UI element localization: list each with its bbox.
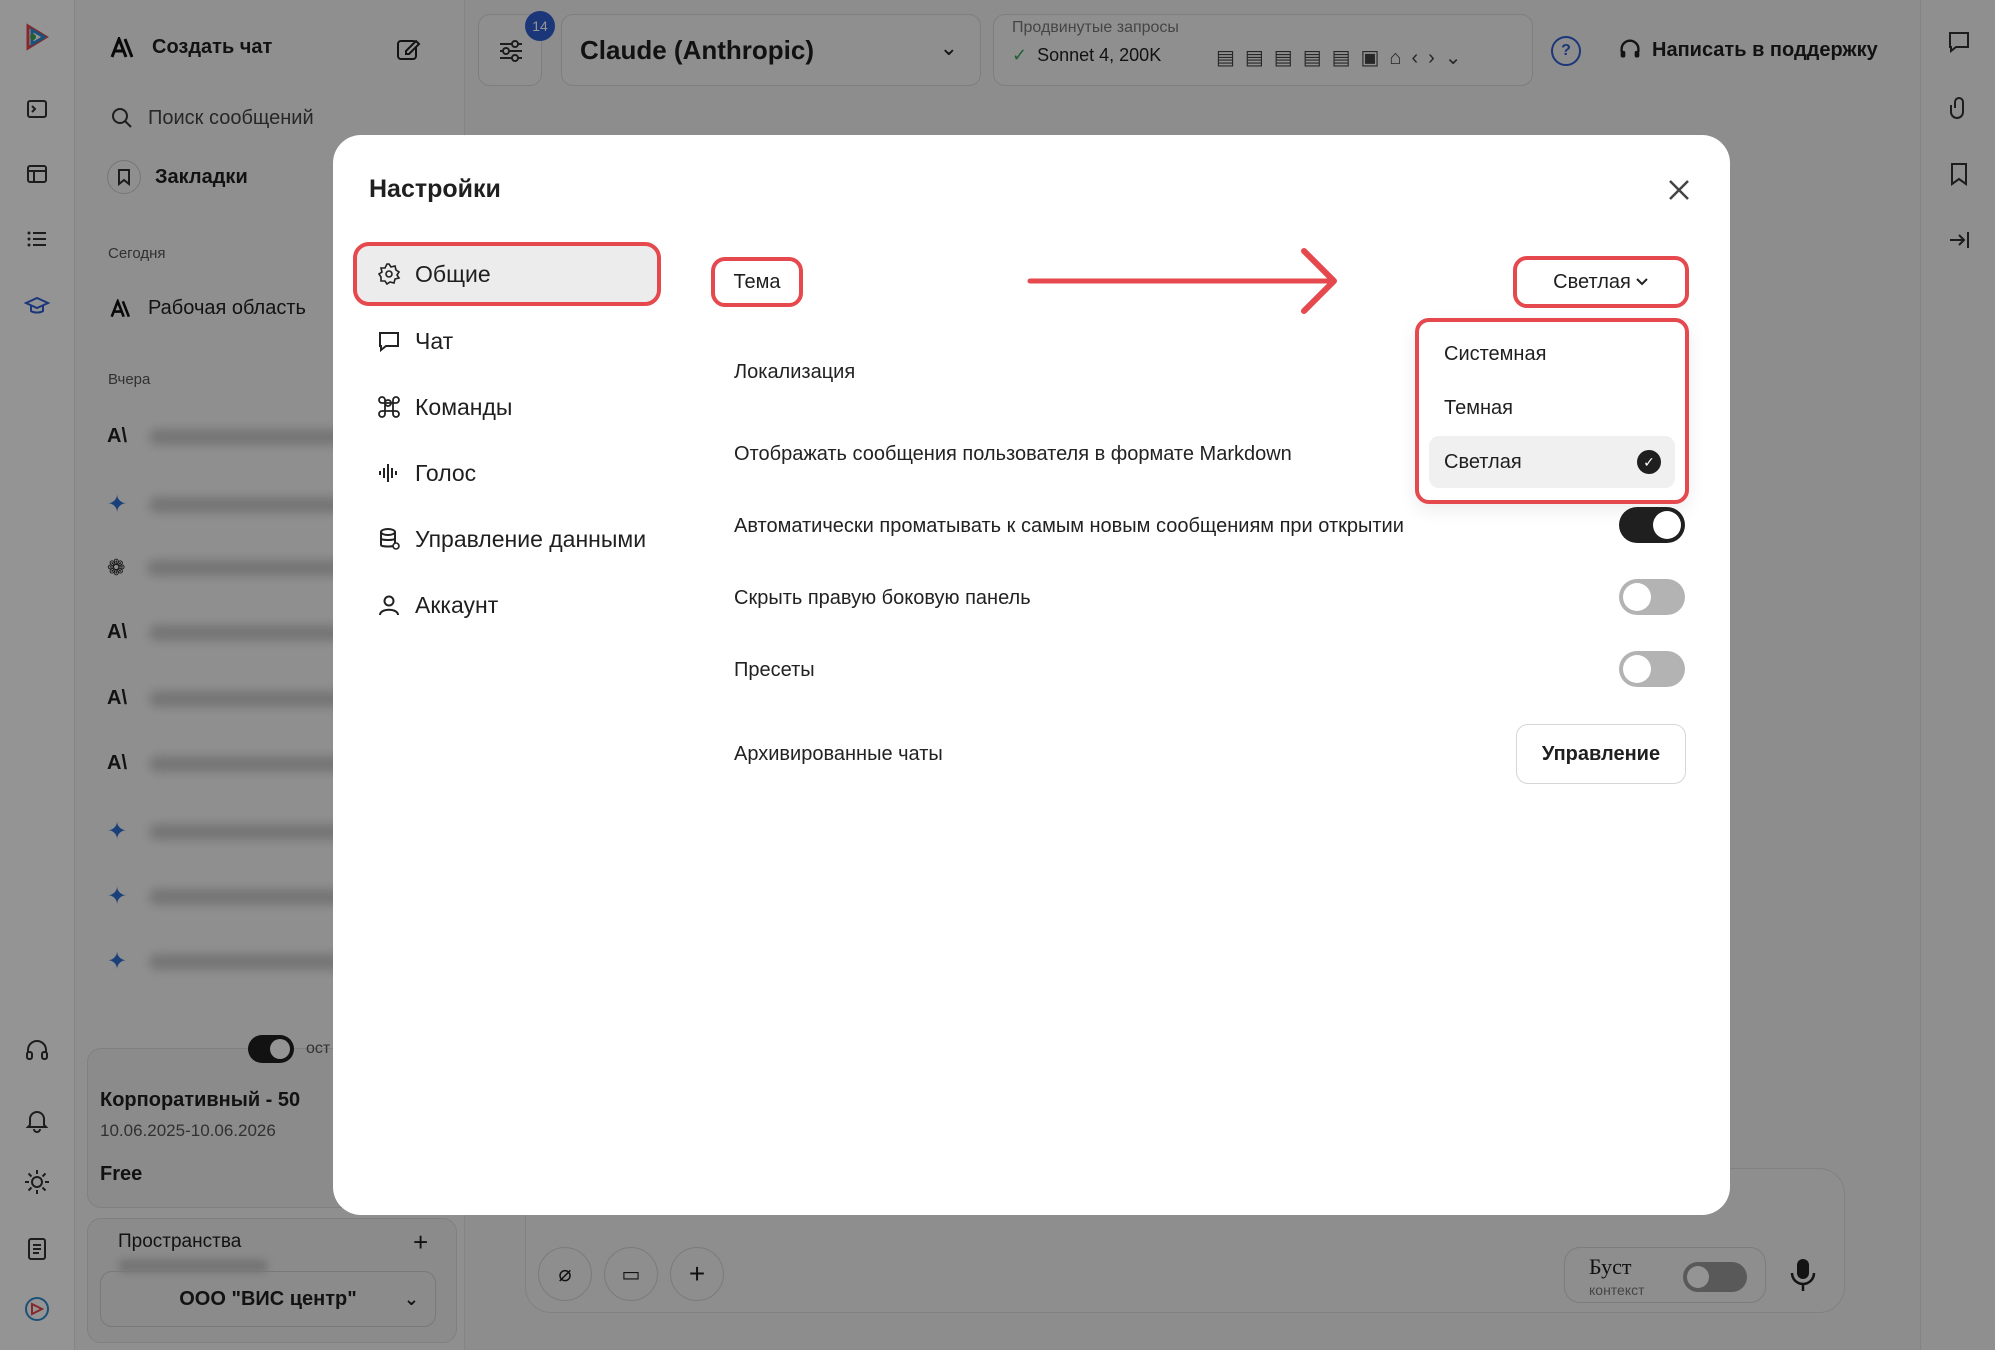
chevron-down-icon <box>1636 278 1648 286</box>
nav-voice[interactable]: Голос <box>357 445 657 501</box>
user-icon <box>379 595 399 616</box>
localization-label: Локализация <box>734 361 856 383</box>
modal-title: Настройки <box>369 175 501 203</box>
hide-right-panel-toggle[interactable] <box>1619 579 1685 615</box>
theme-option-system[interactable]: Системная <box>1429 328 1675 380</box>
nav-commands-label: Команды <box>415 393 513 420</box>
manage-label: Управление <box>1541 742 1661 765</box>
theme-label: Тема <box>711 257 803 307</box>
autoscroll-label: Автоматически проматывать к самым новым … <box>734 515 1404 537</box>
check-circle-icon: ✓ <box>1637 450 1661 474</box>
nav-account[interactable]: Аккаунт <box>357 577 657 633</box>
nav-general-label: Общие <box>415 260 491 287</box>
nav-chat-label: Чат <box>415 327 454 354</box>
theme-option-light[interactable]: Светлая ✓ <box>1429 436 1675 488</box>
gear-icon <box>377 263 401 286</box>
autoscroll-toggle[interactable] <box>1619 507 1685 543</box>
theme-select[interactable]: Светлая <box>1513 256 1689 308</box>
settings-modal: Настройки Общие Чат Команды Голос Управл… <box>333 135 1730 1215</box>
theme-option-label: Системная <box>1444 342 1547 365</box>
nav-data-management-label: Управление данными <box>415 525 647 552</box>
archived-chats-label: Архивированные чаты <box>734 743 943 765</box>
presets-label: Пресеты <box>734 659 815 681</box>
nav-general[interactable]: Общие <box>353 242 661 306</box>
manage-archived-button[interactable]: Управление <box>1516 724 1686 784</box>
theme-dropdown: Системная Темная Светлая ✓ <box>1415 318 1689 504</box>
nav-commands[interactable]: Команды <box>357 379 657 435</box>
close-icon <box>1669 180 1689 200</box>
theme-select-value: Светлая <box>1553 270 1631 293</box>
command-icon <box>378 396 400 418</box>
chat-bubble-icon <box>379 332 399 353</box>
nav-data-management[interactable]: Управление данными <box>357 511 657 567</box>
nav-chat[interactable]: Чат <box>357 313 657 369</box>
nav-account-label: Аккаунт <box>415 591 499 618</box>
database-icon <box>380 528 400 550</box>
markdown-label: Отображать сообщения пользователя в форм… <box>734 443 1292 465</box>
presets-toggle[interactable] <box>1619 651 1685 687</box>
hide-right-panel-label: Скрыть правую боковую панель <box>734 587 1031 609</box>
close-button[interactable] <box>1662 173 1696 207</box>
nav-voice-label: Голос <box>415 459 477 486</box>
theme-option-label: Темная <box>1444 396 1513 419</box>
theme-option-label: Светлая <box>1444 450 1522 473</box>
annotation-arrow <box>1027 248 1337 314</box>
theme-option-dark[interactable]: Темная <box>1429 382 1675 434</box>
waveform-icon <box>379 464 397 482</box>
